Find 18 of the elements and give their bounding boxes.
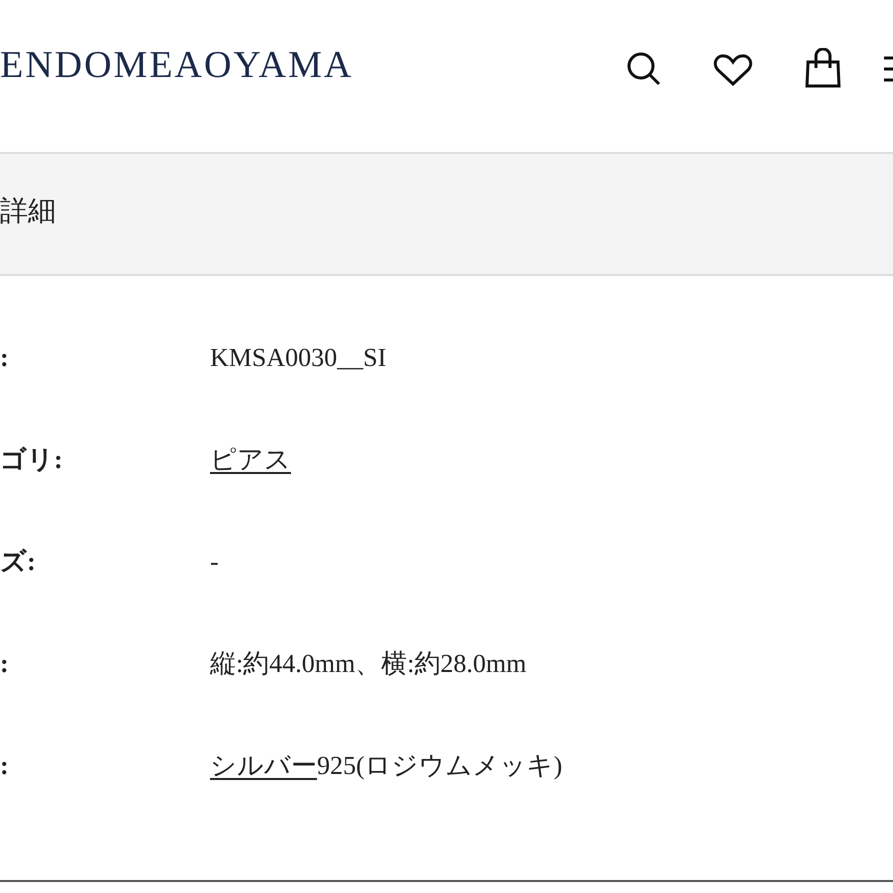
value-link[interactable]: ピアス [210, 440, 291, 479]
heart-icon[interactable] [713, 54, 753, 86]
field-value: KMSA0030__SI [210, 342, 386, 374]
field-label: ゴリ: [0, 444, 64, 476]
logo[interactable]: ENDOMEAOYAMA [0, 36, 354, 94]
field-value: 縦:約44.0mm、横:約28.0mm [210, 648, 526, 680]
field-label: : [0, 648, 10, 680]
field-label: : [0, 750, 10, 782]
menu-icon[interactable] [884, 54, 893, 84]
field-value: 925(ロジウムメッキ) [317, 750, 562, 782]
value-link[interactable]: シルバー [210, 746, 317, 785]
field-label: : [0, 342, 10, 374]
section-header[interactable]: 詳細 [0, 154, 893, 276]
search-icon[interactable] [626, 51, 662, 87]
field-label: ズ: [0, 546, 37, 578]
field-value: - [210, 546, 219, 578]
section-title: 詳細 [0, 195, 56, 229]
shopping-bag-icon[interactable] [805, 48, 841, 88]
